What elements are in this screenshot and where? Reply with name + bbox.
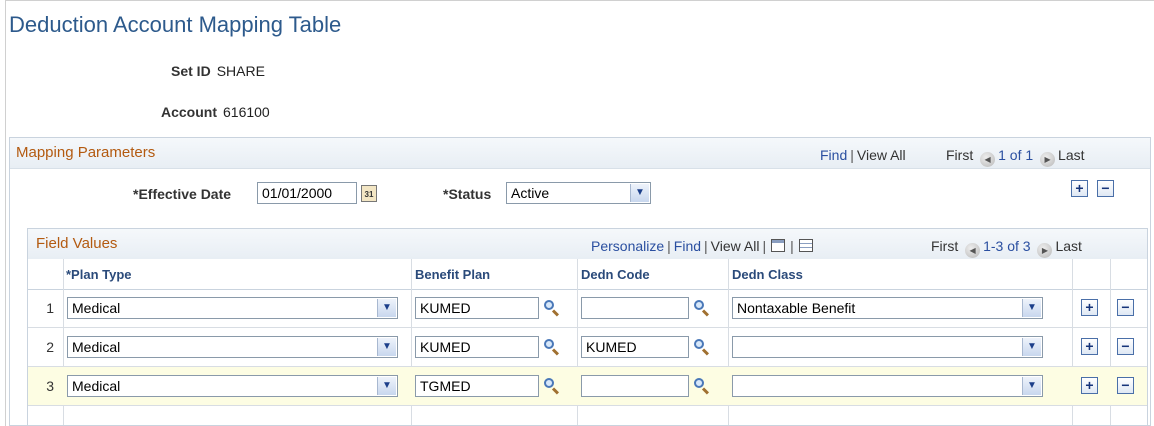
benefit-plan-input[interactable] [415,375,539,397]
minus-icon: − [1121,338,1130,354]
plus-icon: + [1085,338,1094,354]
delete-row-button[interactable]: − [1117,338,1134,355]
row-number: 1 [46,300,54,316]
mapping-find-link[interactable]: Find [820,147,847,163]
add-row-button[interactable]: + [1081,338,1098,355]
spreadsheet-icon[interactable] [798,239,813,252]
page-title: Deduction Account Mapping Table [9,12,342,37]
setid-row: Set ID SHARE [171,63,265,79]
chevron-down-icon: ▼ [377,377,396,395]
new-window-icon[interactable] [771,239,786,252]
setid-label: Set ID [171,63,211,79]
effective-date-label: *Effective Date [133,186,232,202]
delete-row-button[interactable]: − [1117,377,1134,394]
account-label: Account [161,104,217,120]
plan-type-select[interactable]: Medical ▼ [67,297,398,319]
dedn-class-select[interactable]: Nontaxable Benefit ▼ [732,297,1043,319]
field-values-find-link[interactable]: Find [674,238,701,254]
dedn-class-select[interactable]: ▼ [732,336,1043,358]
benefit-plan-input[interactable] [415,297,539,319]
status-label: *Status [443,186,492,202]
mapping-last: Last [1058,147,1085,163]
benefit-plan-input[interactable] [415,336,539,358]
calendar-icon[interactable]: 31 [361,185,377,202]
setid-value: SHARE [216,63,265,79]
col-benefit-plan[interactable]: Benefit Plan [415,267,490,282]
plan-type-value: Medical [72,339,121,355]
plan-type-select[interactable]: Medical ▼ [67,336,398,358]
plan-type-value: Medical [72,300,121,316]
field-values-view-all[interactable]: View All [711,238,760,254]
col-dedn-code[interactable]: Dedn Code [581,267,650,282]
delete-effective-row-button[interactable]: − [1097,180,1114,197]
field-values-grid: Field Values Personalize | Find | View All | |… [27,228,1148,426]
col-dedn-class[interactable]: Dedn Class [732,267,803,282]
account-row: Account 616100 [161,104,270,120]
field-values-last: Last [1055,238,1082,254]
plus-icon: + [1085,299,1094,315]
add-row-button[interactable]: + [1081,299,1098,316]
plus-icon: + [1085,377,1094,393]
table-row: 1 Medical ▼ Nontaxable Benefit ▼ + − [28,289,1147,328]
dedn-class-select[interactable]: ▼ [732,375,1043,397]
dedn-code-input[interactable] [581,375,689,397]
minus-icon: − [1101,180,1110,196]
col-plan-type[interactable]: *Plan Type [66,267,132,282]
mapping-pager: First ◀ 1 of 1 ▶ Last [946,147,1085,167]
table-row: 3 Medical ▼ ▼ + − [28,367,1147,406]
mapping-nav: Find | View All [820,147,906,163]
add-row-button[interactable]: + [1081,377,1098,394]
field-values-header: Field Values Personalize | Find | View All | |… [28,229,1147,260]
arrow-left-icon[interactable]: ◀ [980,152,996,167]
arrow-left-icon[interactable]: ◀ [965,243,981,258]
minus-icon: − [1121,299,1130,315]
minus-icon: − [1121,377,1130,393]
personalize-link[interactable]: Personalize [591,238,664,254]
chevron-down-icon: ▼ [1022,299,1041,317]
field-values-first: First [931,238,959,254]
delete-row-button[interactable]: − [1117,299,1134,316]
mapping-parameters-title: Mapping Parameters [16,144,156,161]
dedn-code-input[interactable] [581,297,689,319]
dedn-class-value: Nontaxable Benefit [737,300,856,316]
status-select[interactable]: Active ▼ [506,182,651,204]
chevron-down-icon: ▼ [377,299,396,317]
table-row: 2 Medical ▼ ▼ + − [28,328,1147,367]
mapping-first: First [946,147,974,163]
field-values-title: Field Values [36,235,118,252]
arrow-right-icon[interactable]: ▶ [1040,152,1056,167]
column-header-row: *Plan Type Benefit Plan Dedn Code Dedn C… [28,259,1147,290]
mapping-count: 1 of 1 [998,147,1034,163]
effective-date-input[interactable] [257,182,357,204]
magnifier-icon[interactable] [543,338,561,356]
chevron-down-icon: ▼ [1022,377,1041,395]
mapping-parameters-header: Mapping Parameters Find | View All First ◀… [10,138,1150,169]
magnifier-icon[interactable] [693,299,711,317]
magnifier-icon[interactable] [693,338,711,356]
dedn-code-input[interactable] [581,336,689,358]
field-values-count: 1-3 of 3 [983,238,1031,254]
row-number: 3 [46,378,54,394]
magnifier-icon[interactable] [543,299,561,317]
add-effective-row-button[interactable]: + [1071,180,1088,197]
arrow-right-icon[interactable]: ▶ [1037,243,1053,258]
plan-type-value: Medical [72,378,121,394]
account-value: 616100 [223,104,270,120]
chevron-down-icon: ▼ [630,184,649,202]
chevron-down-icon: ▼ [377,338,396,356]
magnifier-icon[interactable] [543,377,561,395]
mapping-view-all[interactable]: View All [857,147,906,163]
plan-type-select[interactable]: Medical ▼ [67,375,398,397]
plus-icon: + [1075,180,1084,196]
status-value: Active [511,185,550,201]
chevron-down-icon: ▼ [1022,338,1041,356]
magnifier-icon[interactable] [693,377,711,395]
row-number: 2 [46,339,54,355]
field-values-pager: First ◀ 1-3 of 3 ▶ Last [931,238,1082,258]
field-values-toolbar: Personalize | Find | View All | | [591,238,815,254]
